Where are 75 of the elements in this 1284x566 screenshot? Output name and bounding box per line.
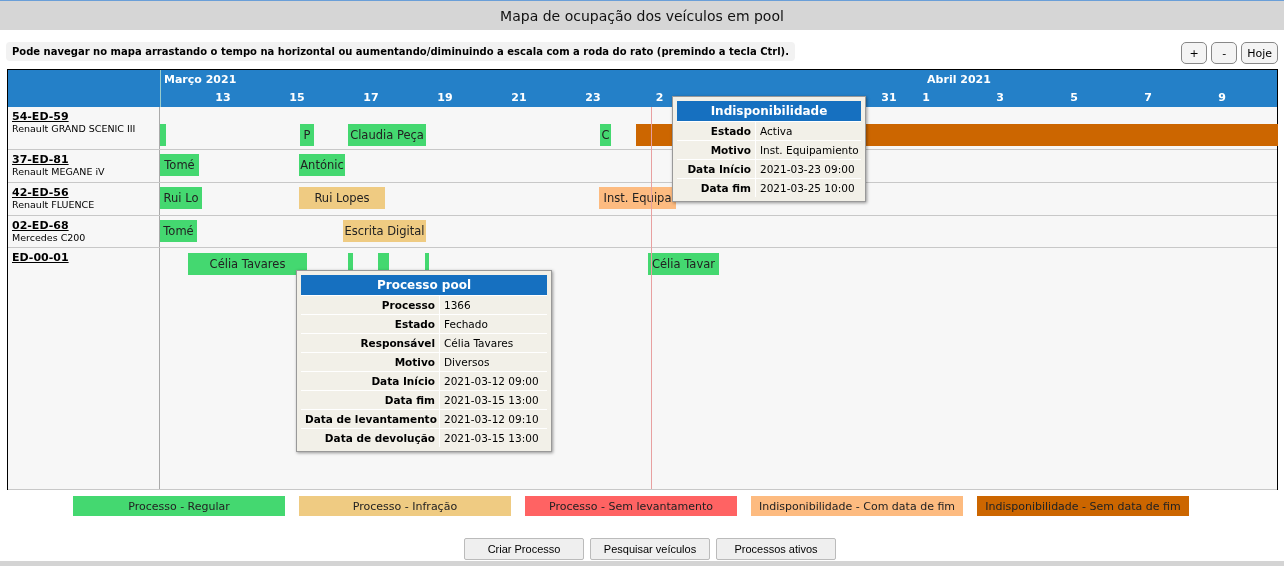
- field-value: Inst. Equipamiento: [759, 143, 860, 158]
- booking-bar[interactable]: P: [300, 124, 314, 146]
- booking-bar[interactable]: Rui Lo: [160, 187, 202, 209]
- vehicle-plate-link[interactable]: 37-ED-81: [12, 153, 69, 166]
- day-label: 2: [655, 91, 664, 104]
- field-label: Estado: [301, 315, 440, 333]
- field-value: 2021-03-12 09:10: [443, 412, 540, 427]
- field-label: Data fim: [677, 179, 756, 197]
- month-label: Março 2021: [164, 73, 237, 86]
- today-button[interactable]: Hoje: [1241, 42, 1278, 64]
- month-label: Abril 2021: [926, 73, 992, 86]
- field-label: Data de devolução: [301, 429, 440, 447]
- field-value: 2021-03-15 13:00: [443, 393, 540, 408]
- vehicle-model: Renault FLUENCE: [12, 199, 95, 211]
- vehicle-model: Renault MEGANE iV: [12, 166, 105, 178]
- booking-bar[interactable]: Tomé: [160, 154, 199, 176]
- day-label: 15: [289, 91, 305, 104]
- legend-item: Processo - Infração: [299, 496, 511, 516]
- field-label: Data fim: [301, 391, 440, 409]
- tooltip-title: Indisponibilidade: [677, 101, 861, 121]
- day-label: 17: [363, 91, 379, 104]
- field-label: Responsável: [301, 334, 440, 352]
- booking-bar[interactable]: Antónic: [299, 154, 345, 176]
- field-value: 2021-03-23 09:00: [759, 162, 856, 177]
- page-title: Mapa de ocupação dos veículos em pool: [0, 0, 1284, 30]
- navigation-hint: Pode navegar no mapa arrastando o tempo na horizontal ou aumentando/diminuindo a escala com a roda do rato (premindo a tecla Ctrl).: [6, 41, 795, 61]
- field-value: Célia Tavares: [443, 336, 515, 351]
- booking-bar[interactable]: Escrita Digital: [343, 220, 426, 242]
- day-label: 21: [511, 91, 527, 104]
- legend-item: Indisponibilidade - Sem data de fim: [977, 496, 1189, 516]
- field-value: Fechado: [443, 317, 489, 332]
- day-label: 5: [1070, 91, 1078, 104]
- day-label: 19: [437, 91, 453, 104]
- field-label: Estado: [677, 122, 756, 140]
- field-value: Diversos: [443, 355, 491, 370]
- day-label: 9: [1218, 91, 1226, 104]
- vehicle-plate-link[interactable]: 42-ED-56: [12, 186, 69, 199]
- legend-item: Processo - Regular: [73, 496, 285, 516]
- field-label: Motivo: [301, 353, 440, 371]
- field-label: Data Início: [301, 372, 440, 390]
- field-value: 2021-03-15 13:00: [443, 431, 540, 446]
- vehicle-model: Mercedes C200: [12, 232, 86, 244]
- zoom-out-button[interactable]: -: [1211, 42, 1238, 64]
- field-label: Data Início: [677, 160, 756, 178]
- booking-bar[interactable]: Claudia Peça: [348, 124, 426, 146]
- day-label: 7: [1144, 91, 1152, 104]
- field-value: Activa: [759, 124, 794, 139]
- field-label: Data de levantamento: [301, 410, 440, 428]
- booking-bar[interactable]: Inst. Equipa: [599, 187, 676, 209]
- field-label: Motivo: [677, 141, 756, 159]
- vehicle-plate-link[interactable]: 02-ED-68: [12, 219, 69, 232]
- action-button[interactable]: Processos ativos: [716, 538, 836, 560]
- booking-bar[interactable]: Célia Tavar: [648, 253, 719, 275]
- booking-bar[interactable]: Tomé: [160, 220, 197, 242]
- zoom-in-button[interactable]: +: [1181, 42, 1208, 64]
- day-label: 1: [922, 91, 930, 104]
- vehicle-plate-link[interactable]: 54-ED-59: [12, 110, 69, 123]
- action-button[interactable]: Criar Processo: [464, 538, 584, 560]
- legend-item: Indisponibilidade - Com data de fim: [751, 496, 963, 516]
- booking-bar[interactable]: C: [600, 124, 611, 146]
- legend-item: Processo - Sem levantamento: [525, 496, 737, 516]
- day-label: 23: [585, 91, 601, 104]
- vehicle-plate-link[interactable]: ED-00-01: [12, 251, 69, 264]
- action-button[interactable]: Pesquisar veículos: [590, 538, 710, 560]
- field-value: 1366: [443, 298, 472, 313]
- field-label: Processo: [301, 296, 440, 314]
- day-label: 13: [215, 91, 231, 104]
- field-value: 2021-03-12 09:00: [443, 374, 540, 389]
- day-label: 3: [996, 91, 1004, 104]
- booking-bar[interactable]: Rui Lopes: [299, 187, 385, 209]
- tooltip-title: Processo pool: [301, 275, 547, 295]
- booking-bar[interactable]: Célia Tavares: [188, 253, 307, 275]
- vehicle-model: Renault GRAND SCENIC III: [12, 123, 136, 135]
- day-label: 31: [881, 91, 897, 104]
- field-value: 2021-03-25 10:00: [759, 181, 856, 196]
